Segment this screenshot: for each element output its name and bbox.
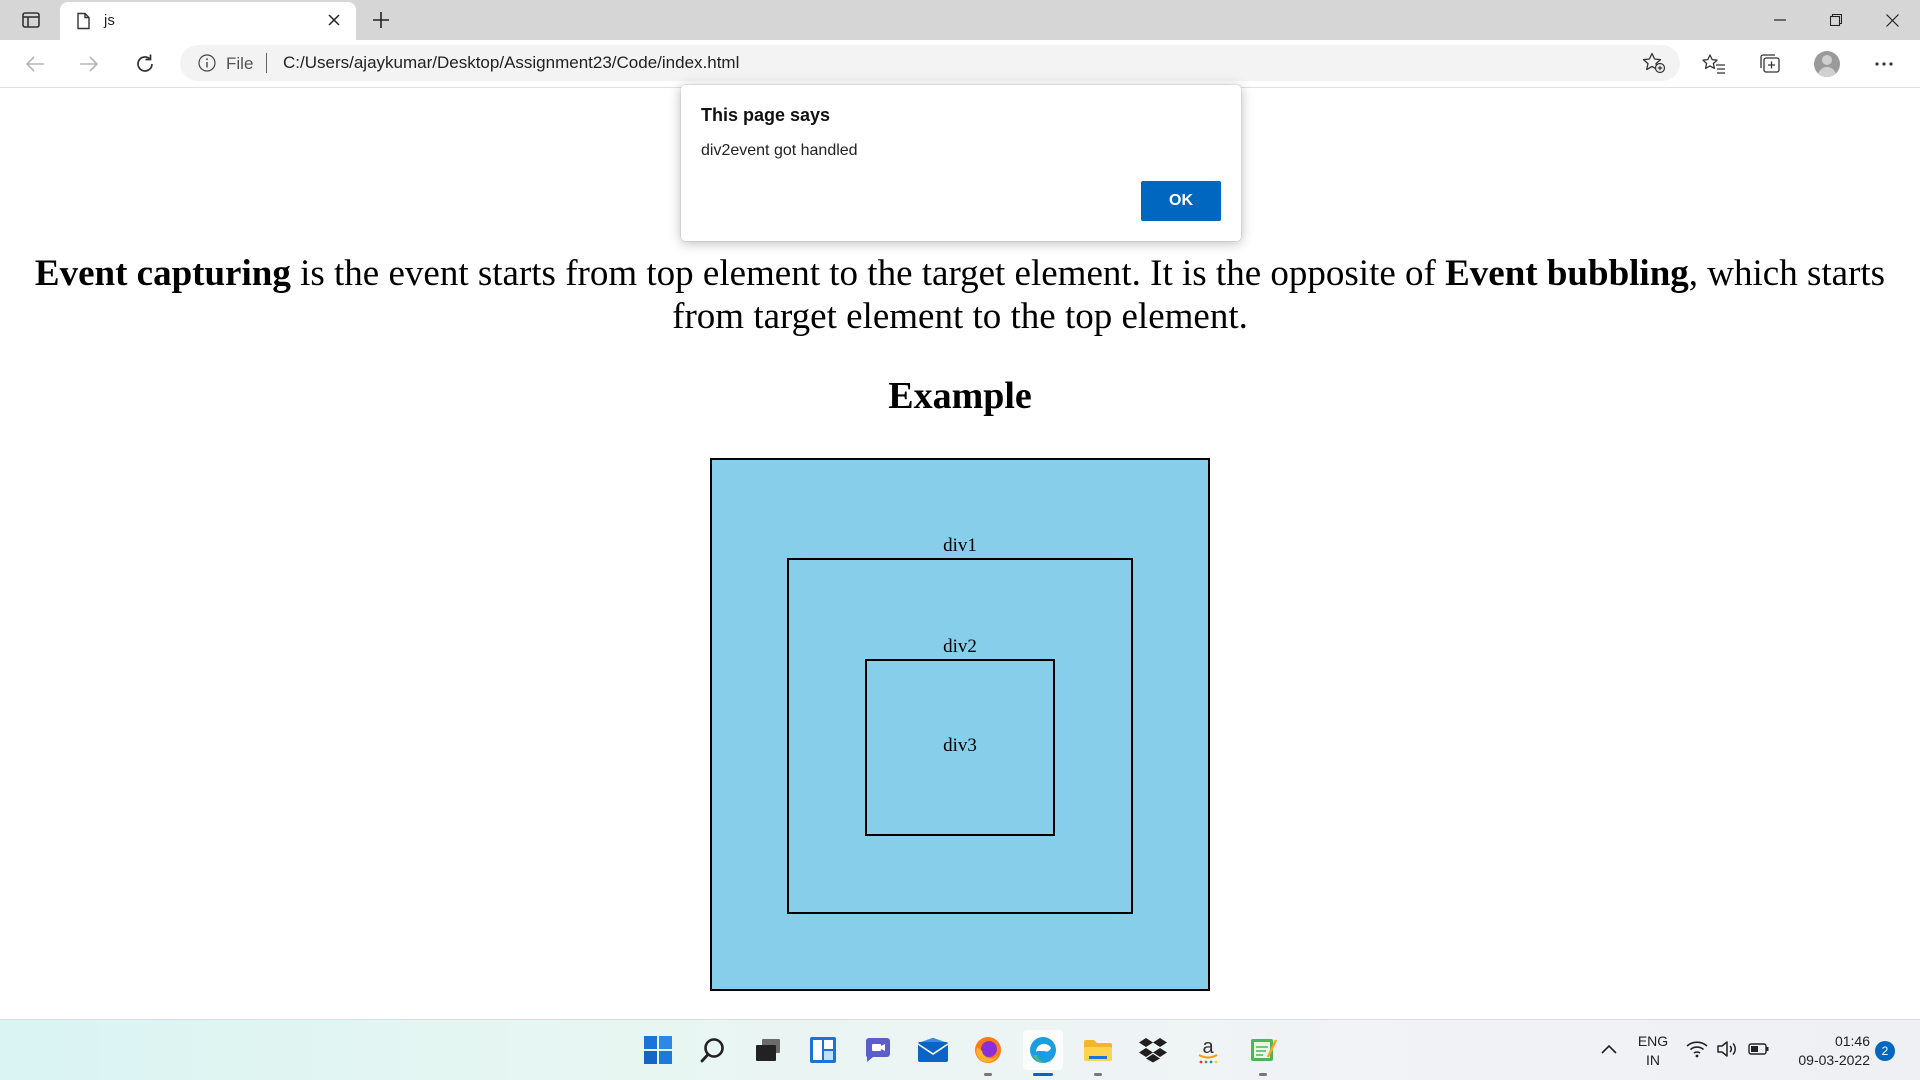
- svg-text:a: a: [1202, 1036, 1214, 1058]
- chevron-up-icon[interactable]: [1598, 1038, 1620, 1060]
- edge-icon[interactable]: [1023, 1030, 1063, 1076]
- address-bar[interactable]: File C:/Users/ajaykumar/Desktop/Assignme…: [180, 45, 1680, 81]
- tab-actions-icon[interactable]: [14, 8, 48, 32]
- scheme-label: File: [226, 54, 254, 73]
- browser-tab[interactable]: js: [60, 2, 356, 40]
- battery-icon[interactable]: [1748, 1038, 1770, 1060]
- more-options-icon[interactable]: [1869, 50, 1899, 78]
- tab-strip: js: [0, 0, 1920, 40]
- address-separator: [266, 53, 267, 73]
- refresh-icon[interactable]: [130, 50, 160, 78]
- example-heading: Example: [888, 375, 1032, 417]
- alert-message: div2event got handled: [701, 142, 858, 159]
- clock-time: 01:46: [1834, 1033, 1870, 1049]
- wifi-icon[interactable]: [1686, 1038, 1708, 1060]
- running-indicator: [984, 1073, 992, 1076]
- alert-title: This page says: [701, 105, 831, 125]
- add-favorite-icon[interactable]: [1642, 52, 1666, 74]
- task-view-icon[interactable]: [748, 1030, 788, 1070]
- ok-button[interactable]: OK: [1141, 181, 1221, 221]
- taskbar: a ENG IN 01:46 09-03-2022 2: [0, 1019, 1920, 1080]
- amazon-icon[interactable]: a: [1188, 1030, 1228, 1070]
- profile-avatar[interactable]: [1814, 51, 1840, 77]
- restore-icon[interactable]: [1808, 0, 1864, 40]
- widgets-icon[interactable]: [803, 1030, 843, 1070]
- intro-text-1: is the event starts from top element to …: [290, 253, 1446, 294]
- search-icon[interactable]: [693, 1030, 733, 1070]
- dropbox-icon[interactable]: [1133, 1030, 1173, 1070]
- file-explorer-icon[interactable]: [1078, 1030, 1118, 1076]
- language-code: ENG: [1637, 1033, 1669, 1049]
- active-indicator: [1033, 1073, 1053, 1076]
- close-tab-icon[interactable]: [324, 10, 344, 30]
- intro-paragraph: Event capturing is the event starts from…: [18, 252, 1902, 338]
- div1-label: div1: [943, 535, 977, 556]
- div2-label: div2: [943, 636, 977, 657]
- page-icon: [74, 12, 92, 30]
- clock-date: 09-03-2022: [1798, 1052, 1870, 1068]
- chat-icon[interactable]: [858, 1030, 898, 1070]
- div3-label: div3: [943, 735, 977, 756]
- system-clock[interactable]: 01:46 09-03-2022: [1780, 1032, 1870, 1070]
- favorites-icon[interactable]: [1699, 50, 1729, 78]
- event-capturing-term: Event capturing: [34, 253, 291, 294]
- notepad-icon[interactable]: [1243, 1030, 1283, 1076]
- running-indicator: [1094, 1073, 1102, 1076]
- browser-toolbar: File C:/Users/ajaykumar/Desktop/Assignme…: [0, 40, 1920, 88]
- region-code: IN: [1646, 1052, 1660, 1068]
- notification-badge[interactable]: 2: [1875, 1041, 1895, 1061]
- url-text[interactable]: C:/Users/ajaykumar/Desktop/Assignment23/…: [283, 53, 739, 73]
- language-indicator[interactable]: ENG IN: [1636, 1032, 1670, 1070]
- running-indicator: [1259, 1073, 1267, 1076]
- info-icon[interactable]: [198, 54, 216, 72]
- new-tab-icon[interactable]: [368, 8, 394, 32]
- tab-title: js: [104, 12, 115, 29]
- firefox-icon[interactable]: [968, 1030, 1008, 1076]
- volume-icon[interactable]: [1716, 1038, 1738, 1060]
- mail-icon[interactable]: [913, 1030, 953, 1070]
- start-icon[interactable]: [638, 1030, 678, 1070]
- forward-icon[interactable]: [74, 50, 104, 78]
- back-icon[interactable]: [20, 50, 50, 78]
- window-controls: [1752, 0, 1920, 40]
- minimize-icon[interactable]: [1752, 0, 1808, 40]
- event-bubbling-term: Event bubbling: [1445, 253, 1689, 294]
- close-window-icon[interactable]: [1864, 0, 1920, 40]
- collections-icon[interactable]: [1755, 50, 1785, 78]
- alert-dialog: This page says div2event got handled OK: [681, 85, 1241, 241]
